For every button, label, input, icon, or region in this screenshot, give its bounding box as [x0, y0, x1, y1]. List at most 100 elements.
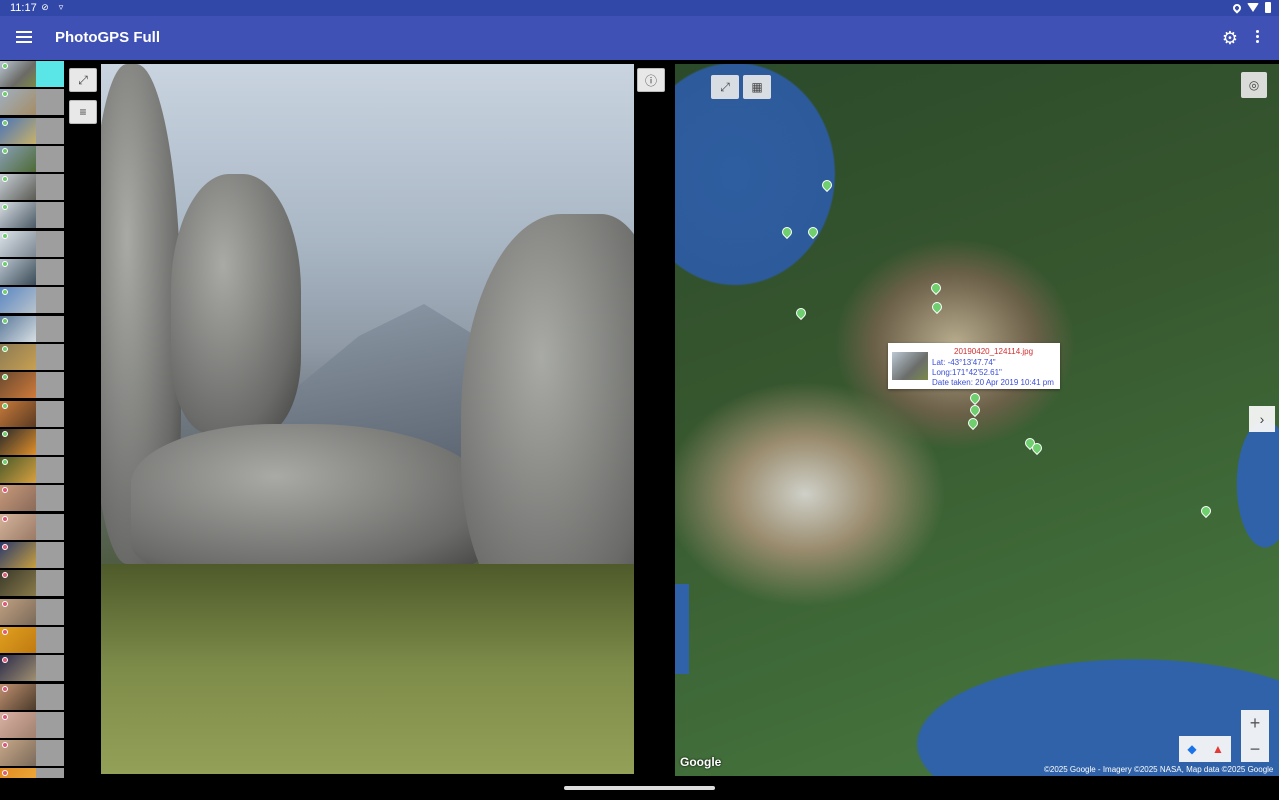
more-vert-icon[interactable] — [1252, 30, 1262, 46]
thumbnail-background — [36, 343, 64, 370]
thumbnail-background — [36, 372, 64, 399]
thumbnail-background — [36, 513, 64, 540]
thumbnail-background — [36, 202, 64, 229]
home-indicator[interactable] — [564, 786, 715, 790]
thumbnail-background — [36, 400, 64, 427]
fullscreen-icon[interactable]: ⤢ — [711, 75, 739, 99]
location-icon — [1231, 1, 1243, 14]
directions-icon[interactable]: ◆ — [1179, 736, 1205, 762]
photo-view[interactable] — [101, 64, 634, 774]
gps-status-dot — [2, 345, 8, 352]
thumbnail-background — [36, 457, 64, 484]
gps-status-dot — [2, 402, 8, 409]
menu-icon[interactable] — [16, 31, 32, 45]
thumbnail-background — [36, 485, 64, 512]
thumbnail-item[interactable] — [0, 767, 64, 778]
thumbnail-item[interactable] — [0, 315, 64, 343]
info-filename: 20190420_124114.jpg — [954, 347, 1034, 356]
map-type-icon[interactable]: ▦ — [743, 75, 771, 99]
thumbnail-list — [0, 60, 64, 778]
gps-status-dot — [2, 63, 8, 69]
thumbnail-background — [36, 259, 64, 286]
thumbnail-item[interactable] — [0, 654, 64, 682]
rock-low — [131, 424, 491, 574]
zoom-out-button[interactable]: − — [1241, 736, 1269, 762]
gps-status-dot — [2, 544, 8, 551]
thumbnail-item[interactable] — [0, 60, 64, 88]
thumbnail-item[interactable] — [0, 371, 64, 399]
thumbnail-item[interactable] — [0, 286, 64, 314]
my-location-icon[interactable]: ◎ — [1241, 72, 1267, 98]
thumbnail-background — [36, 768, 64, 778]
thumbnail-background — [36, 598, 64, 625]
thumbnail-background — [36, 145, 64, 172]
app-bar: PhotoGPS Full ⚙ — [0, 16, 1279, 60]
wifi-icon — [1247, 3, 1259, 12]
no-disturb-icon: ⊘ — [41, 2, 49, 12]
thumbnail-item[interactable] — [0, 145, 64, 173]
thumbnail-item[interactable] — [0, 513, 64, 541]
battery-icon — [1265, 2, 1271, 13]
thumbnail-item[interactable] — [0, 201, 64, 229]
thumbnail-item[interactable] — [0, 400, 64, 428]
info-icon[interactable]: ⓘ — [637, 68, 665, 92]
thumbnail-background — [36, 570, 64, 597]
thumbnail-item[interactable] — [0, 541, 64, 569]
thumbnail-item[interactable] — [0, 173, 64, 201]
thumbnail-item[interactable] — [0, 739, 64, 767]
thumbnail-background — [36, 89, 64, 116]
thumbnail-background — [36, 61, 64, 87]
info-date: Date taken: 20 Apr 2019 10:41 pm — [932, 378, 1054, 387]
thumbnail-item[interactable] — [0, 343, 64, 371]
zoom-in-button[interactable]: + — [1241, 710, 1269, 736]
gps-status-dot — [2, 147, 8, 154]
app-title: PhotoGPS Full — [55, 29, 160, 46]
thumbnail-background — [36, 315, 64, 342]
google-maps-icon[interactable]: ▲ — [1205, 736, 1231, 762]
thumbnail-item[interactable] — [0, 117, 64, 145]
thumbnail-background — [36, 740, 64, 767]
gps-status-dot — [2, 232, 8, 239]
thumbnail-item[interactable] — [0, 484, 64, 512]
thumbnail-item[interactable] — [0, 683, 64, 711]
thumbnail-item[interactable] — [0, 258, 64, 286]
thumbnail-item[interactable] — [0, 598, 64, 626]
info-long: Long:171°42'52.61" — [932, 368, 1002, 377]
shield-icon: ▿ — [58, 2, 64, 12]
fullscreen-icon[interactable]: ⤢ — [69, 68, 97, 92]
thumbnail-background — [36, 230, 64, 257]
gps-status-dot — [2, 430, 8, 437]
thumbnail-background — [36, 683, 64, 710]
thumbnail-item[interactable] — [0, 626, 64, 654]
thumbnail-item[interactable] — [0, 456, 64, 484]
thumbnail-background — [36, 117, 64, 144]
thumbnail-item[interactable] — [0, 88, 64, 116]
thumbnail-background — [36, 428, 64, 455]
thumbnail-background — [36, 711, 64, 738]
marker-info-window[interactable]: 20190420_124114.jpg Lat: -43°13'47.74" L… — [888, 343, 1060, 389]
gps-status-dot — [2, 515, 8, 522]
grass — [101, 564, 634, 774]
notes-icon[interactable]: ≡ — [69, 100, 97, 124]
gps-status-dot — [2, 600, 8, 607]
status-bar: 11:17 ⊘ ▿ — [0, 0, 1279, 16]
thumbnail-item[interactable] — [0, 711, 64, 739]
info-lat: Lat: -43°13'47.74" — [932, 358, 996, 367]
google-logo: Google — [680, 755, 722, 769]
map-attribution: ©2025 Google - Imagery ©2025 NASA, Map d… — [1044, 765, 1274, 774]
status-time: 11:17 — [10, 2, 37, 14]
thumbnail-item[interactable] — [0, 428, 64, 456]
chevron-right-icon[interactable]: › — [1249, 406, 1275, 432]
thumbnail-background — [36, 287, 64, 314]
gps-status-dot — [2, 317, 8, 324]
thumbnail-item[interactable] — [0, 230, 64, 258]
gps-status-dot — [2, 119, 8, 126]
rock-right — [461, 214, 634, 624]
gear-icon[interactable]: ⚙ — [1220, 28, 1240, 48]
gps-status-dot — [2, 628, 8, 635]
thumbnail-item[interactable] — [0, 569, 64, 597]
gps-status-dot — [2, 685, 8, 692]
thumbnail-background — [36, 174, 64, 201]
map-toolbar: ◆ ▲ — [1179, 736, 1231, 762]
info-thumbnail — [892, 352, 928, 380]
